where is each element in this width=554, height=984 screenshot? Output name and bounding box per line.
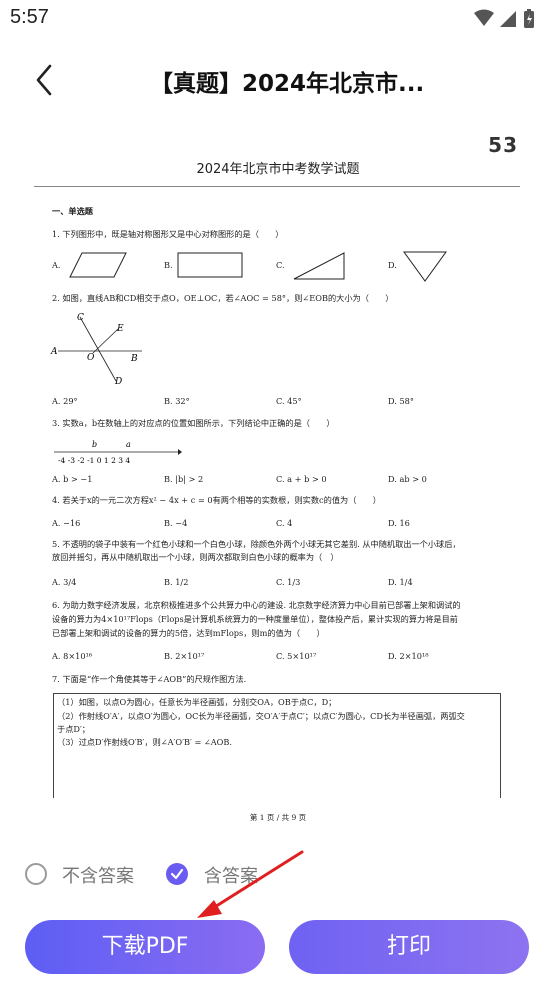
answer-options: 不含答案 含答案 [0, 858, 554, 894]
q2-figure: C E A O B D [50, 313, 142, 385]
q3-option-d: D. ab > 0 [388, 474, 427, 484]
q5-option-a: A. 3/4 [52, 577, 77, 587]
section-heading: 一、单选题 [52, 206, 93, 216]
question-2: 2. 如图，直线AB和CD相交于点O，OE⊥OC，若∠AOC = 58°，则∠E… [52, 293, 394, 303]
doc-title: 2024年北京市中考数学试题 [196, 162, 360, 177]
q3-number-line: a b -4 -3 -2 -1 0 1 2 3 4 [54, 440, 182, 465]
question-6-line2: 设备的算力为4×10¹⁷Flops（Flops是计算机系统算力的一种度量单位），… [52, 614, 458, 624]
print-button[interactable]: 打印 [289, 920, 529, 974]
system-icons [474, 9, 534, 28]
page-indicator: 第 1 页 / 共 9 页 [249, 813, 307, 822]
point-a-label: a [126, 440, 131, 449]
q4-option-d: D. 16 [388, 518, 410, 528]
fig-label-c: C [77, 313, 84, 323]
question-4: 4. 若关于x的一元二次方程x² − 4x + c = 0有两个相等的实数根，则… [52, 495, 381, 505]
divider [34, 186, 520, 187]
back-icon[interactable] [30, 58, 62, 102]
fig-label-o: O [87, 353, 95, 363]
fig-label-b: B [130, 354, 138, 364]
q3-option-a: A. b > −1 [52, 474, 93, 484]
with-answer-label[interactable]: 含答案 [204, 862, 258, 888]
point-b-label: b [92, 440, 97, 449]
q1-option-a: A. [52, 260, 61, 270]
q3-option-b: B. |b| > 2 [164, 474, 204, 484]
q5-option-c: C. 1/3 [276, 577, 301, 587]
q1-option-d: D. [388, 260, 397, 270]
rectangle-shape [177, 252, 243, 278]
q5-option-b: B. 1/2 [164, 577, 189, 587]
q7-step-3: （3）过点D′作射线O′B′，则∠A′O′B′ = ∠AOB. [57, 737, 233, 747]
axis-ticks: -4 -3 -2 -1 0 1 2 3 4 [58, 456, 130, 465]
q4-option-c: C. 4 [276, 518, 293, 528]
download-pdf-button[interactable]: 下载PDF [25, 920, 265, 974]
status-bar: 5:57 [0, 0, 554, 38]
q3-option-c: C. a + b > 0 [276, 474, 327, 484]
question-5-line2: 放回并摇匀，再从中随机取出一个小球，则两次都取到白色小球的概率为（ ） [52, 552, 339, 562]
q6-option-a: A. 8×10¹⁶ [52, 651, 93, 661]
q4-option-b: B. −4 [164, 518, 188, 528]
checkmark-icon [170, 868, 184, 880]
q2-option-b: B. 32° [164, 396, 190, 406]
q7-step-2: （2）作射线O′A′，以点O′为圆心，OC长为半径画弧，交O′A′于点C′；以点… [57, 711, 465, 721]
wifi-icon [474, 9, 494, 26]
q5-option-d: D. 1/4 [388, 577, 413, 587]
fig-label-d: D [114, 377, 122, 385]
header: 【真题】2024年北京市... [0, 48, 554, 112]
q6-option-d: D. 2×10¹⁸ [388, 651, 429, 661]
q2-option-a: A. 29° [52, 396, 78, 406]
signal-icon [500, 11, 516, 27]
question-6-line1: 6. 为助力数字经济发展，北京积极推进多个公共算力中心的建设. 北京数字经济算力… [52, 600, 461, 610]
q2-option-d: D. 58° [388, 396, 414, 406]
q7-step-1: （1）如图，以点O为圆心，任意长为半径画弧，分别交OA，OB于点C，D； [57, 697, 337, 707]
fig-label-e: E [116, 324, 124, 334]
q2-option-c: C. 45° [276, 396, 302, 406]
inverted-triangle-shape [403, 251, 447, 282]
document-preview[interactable]: 53 2024年北京市中考数学试题 一、单选题 1. 下列图形中，既是轴对称图形… [24, 125, 532, 835]
question-7: 7. 下面是“作一个角使其等于∠AOB”的尺规作图方法. [52, 674, 247, 684]
publisher-logo: 53 [488, 133, 518, 157]
q4-option-a: A. −16 [52, 518, 81, 528]
no-answer-radio[interactable] [25, 863, 47, 885]
question-5-line1: 5. 不透明的袋子中装有一个红色小球和一个白色小球，除颜色外两个小球无其它差别.… [52, 539, 461, 549]
question-6-line3: 已部署上架和调试的设备的算力的5倍，达到mFlops，则m的值为（ ） [52, 628, 325, 638]
no-answer-label[interactable]: 不含答案 [62, 862, 134, 888]
q1-option-c: C. [276, 260, 285, 270]
fig-label-a: A [50, 347, 58, 357]
question-1: 1. 下列图形中，既是轴对称图形又是中心对称图形的是（ ） [52, 229, 284, 239]
status-time: 5:57 [10, 6, 49, 28]
parallelogram-shape [69, 252, 127, 278]
question-3: 3. 实数a，b在数轴上的对应点的位置如图所示，下列结论中正确的是（ ） [52, 418, 335, 428]
q7-step-2b: 于点D′； [57, 724, 90, 734]
page-title: 【真题】2024年北京市... [150, 71, 425, 97]
q1-option-b: B. [164, 260, 173, 270]
right-triangle-shape [293, 252, 345, 280]
with-answer-radio[interactable] [166, 863, 188, 885]
q6-option-b: B. 2×10¹⁷ [164, 651, 205, 661]
q6-option-c: C. 5×10¹⁷ [276, 651, 317, 661]
